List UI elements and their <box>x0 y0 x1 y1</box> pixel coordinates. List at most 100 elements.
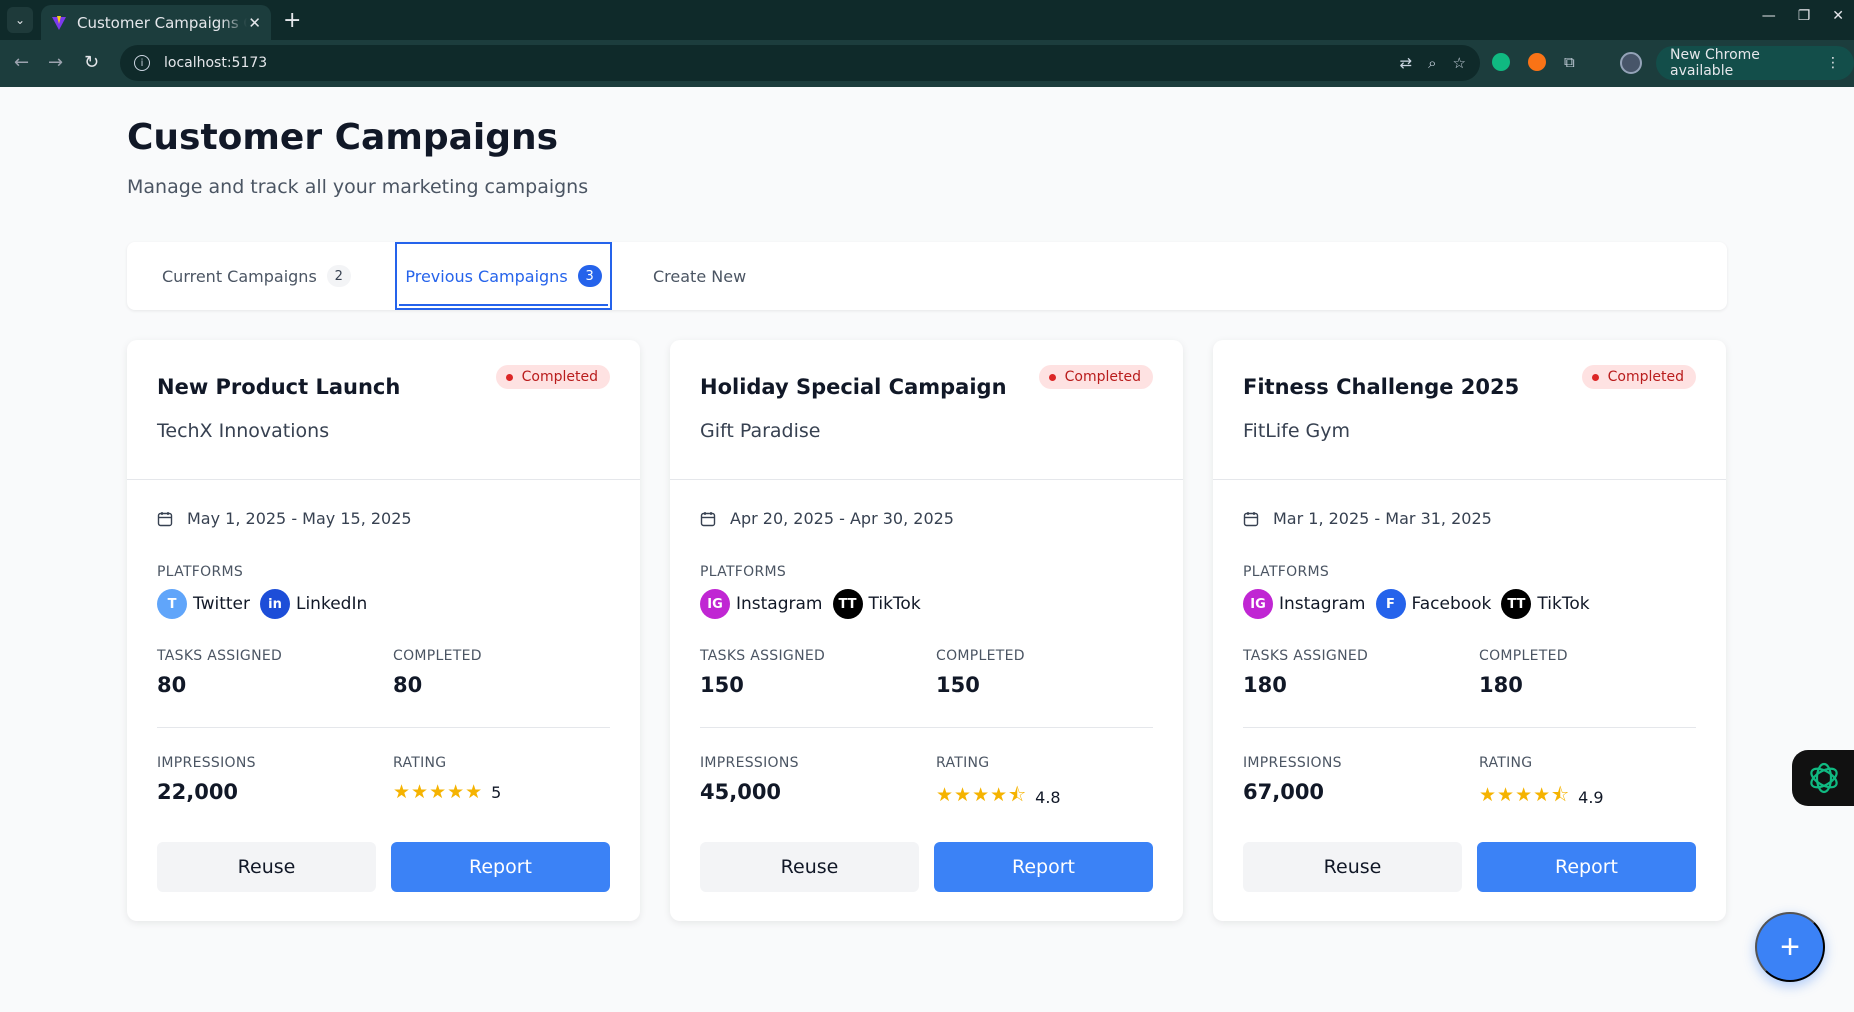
new-tab-icon[interactable]: + <box>283 8 301 33</box>
rating-value: 5 <box>491 782 502 802</box>
stat-label: IMPRESSIONS <box>1243 755 1342 771</box>
address-bar[interactable]: i localhost:5173 ⇄ ⌕ ☆ <box>120 45 1480 81</box>
divider <box>157 727 610 728</box>
campaign-client: Gift Paradise <box>700 420 821 442</box>
status-badge: Completed <box>495 365 610 389</box>
zoom-icon[interactable]: ⌕ <box>1428 54 1436 72</box>
platform-chip: IG Instagram <box>1243 589 1366 619</box>
campaign-client: FitLife Gym <box>1243 420 1351 442</box>
tab-count-badge: 3 <box>577 265 602 287</box>
status-text: Completed <box>1607 369 1684 385</box>
card-header: Holiday Special Campaign Gift Paradise C… <box>670 340 1183 480</box>
forward-icon[interactable]: → <box>48 52 63 73</box>
stat-value: 180 <box>1243 673 1287 697</box>
profile-avatar[interactable] <box>1620 52 1642 74</box>
browser-tab[interactable]: Customer Campaigns Ov ✕ <box>41 5 271 40</box>
status-badge: Completed <box>1038 365 1153 389</box>
reuse-button[interactable]: Reuse <box>157 842 376 892</box>
campaign-client: TechX Innovations <box>157 420 330 442</box>
tab-count-badge: 2 <box>326 265 351 287</box>
status-dot <box>505 373 513 381</box>
platform-list: IG Instagram TT TikTok <box>700 589 921 619</box>
card-header: New Product Launch TechX Innovations Com… <box>127 340 640 480</box>
tab-title: Customer Campaigns Ov <box>77 13 247 32</box>
tab-previous-campaigns[interactable]: Previous Campaigns 3 <box>395 242 612 310</box>
cookie-extension-icon[interactable] <box>1528 53 1546 71</box>
tab-current-campaigns[interactable]: Current Campaigns 2 <box>162 242 351 310</box>
chatgpt-sidebar-toggle[interactable] <box>1792 750 1854 806</box>
completed-stat: COMPLETED 180 <box>1479 648 1568 697</box>
campaign-title: Holiday Special Campaign <box>700 375 1007 399</box>
site-info-icon[interactable]: i <box>134 55 150 71</box>
status-dot <box>1048 373 1056 381</box>
browser-toolbar: ← → ↻ i localhost:5173 ⇄ ⌕ ☆ ⧉ New Chrom… <box>0 40 1854 87</box>
platform-list: IG Instagram F Facebook TT TikTok <box>1243 589 1590 619</box>
tab-strip: ⌄ Customer Campaigns Ov ✕ + — ❐ ✕ <box>0 0 1854 40</box>
stat-label: RATING <box>936 755 990 771</box>
calendar-icon <box>1243 511 1259 526</box>
calendar-icon <box>700 511 716 526</box>
rating-stat: RATING ★★★★⯪ 4.8 <box>936 755 1061 813</box>
chatgpt-extension-icon[interactable] <box>1492 53 1510 71</box>
platform-name: Twitter <box>193 594 250 614</box>
address-bar-actions: ⇄ ⌕ ☆ <box>1400 54 1466 72</box>
back-icon[interactable]: ← <box>14 52 29 73</box>
platforms-label: PLATFORMS <box>1243 564 1330 580</box>
star-icons: ★★★★⯪ <box>1479 784 1571 806</box>
stat-label: TASKS ASSIGNED <box>1243 648 1369 664</box>
bookmark-star-icon[interactable]: ☆ <box>1453 54 1466 72</box>
stat-label: COMPLETED <box>393 648 482 664</box>
report-button[interactable]: Report <box>391 842 610 892</box>
status-badge: Completed <box>1581 365 1696 389</box>
stat-value: 80 <box>393 673 423 697</box>
reuse-button[interactable]: Reuse <box>700 842 919 892</box>
stat-value: 22,000 <box>157 780 239 804</box>
tab-create-new[interactable]: Create New <box>653 242 746 310</box>
close-icon[interactable]: ✕ <box>248 14 261 32</box>
status-text: Completed <box>521 369 598 385</box>
platform-icon: T <box>157 589 187 619</box>
translate-icon[interactable]: ⇄ <box>1400 54 1413 72</box>
vite-icon <box>52 15 66 30</box>
platform-chip: TT TikTok <box>1501 589 1590 619</box>
minimize-icon[interactable]: — <box>1762 8 1776 24</box>
star-icons: ★★★★★ <box>393 781 484 803</box>
stat-label: COMPLETED <box>936 648 1025 664</box>
star-icons: ★★★★⯪ <box>936 784 1028 806</box>
platform-list: T Twitter in LinkedIn <box>157 589 367 619</box>
date-text: May 1, 2025 - May 15, 2025 <box>187 509 412 528</box>
puzzle-extensions-icon[interactable]: ⧉ <box>1564 53 1575 71</box>
stat-label: RATING <box>393 755 447 771</box>
platform-chip: in LinkedIn <box>259 589 367 619</box>
window-close-icon[interactable]: ✕ <box>1832 8 1844 24</box>
stat-label: RATING <box>1479 755 1533 771</box>
platform-name: Instagram <box>736 594 823 614</box>
tab-label: Current Campaigns <box>162 266 317 286</box>
platforms-label: PLATFORMS <box>700 564 787 580</box>
reuse-button[interactable]: Reuse <box>1243 842 1462 892</box>
campaign-cards: New Product Launch TechX Innovations Com… <box>127 340 1726 921</box>
page-title: Customer Campaigns <box>127 117 559 158</box>
platform-icon: IG <box>700 589 730 619</box>
extensions-area: ⧉ <box>1492 53 1575 71</box>
chrome-update-button[interactable]: New Chrome available ⋮ <box>1656 46 1854 80</box>
rating: ★★★★⯪ 4.8 <box>936 781 1061 813</box>
rating: ★★★★★ 5 <box>393 781 501 803</box>
restore-icon[interactable]: ❐ <box>1798 8 1811 24</box>
page-subtitle: Manage and track all your marketing camp… <box>127 176 589 198</box>
date-text: Apr 20, 2025 - Apr 30, 2025 <box>730 509 954 528</box>
stat-value: 150 <box>700 673 744 697</box>
card-header: Fitness Challenge 2025 FitLife Gym Compl… <box>1213 340 1726 480</box>
report-button[interactable]: Report <box>1477 842 1696 892</box>
platform-icon: in <box>259 589 290 619</box>
impressions-stat: IMPRESSIONS 22,000 <box>157 755 256 804</box>
platform-name: Facebook <box>1411 594 1492 614</box>
more-menu-icon[interactable]: ⋮ <box>1826 55 1840 71</box>
rating-value: 4.8 <box>1035 787 1061 807</box>
browser-chrome: ⌄ Customer Campaigns Ov ✕ + — ❐ ✕ ← → ↻ … <box>0 0 1854 87</box>
report-button[interactable]: Report <box>934 842 1153 892</box>
rating-value: 4.9 <box>1578 787 1604 807</box>
reload-icon[interactable]: ↻ <box>84 52 99 73</box>
add-campaign-fab-button[interactable]: + <box>1755 912 1825 982</box>
tab-search-icon[interactable]: ⌄ <box>7 7 33 33</box>
